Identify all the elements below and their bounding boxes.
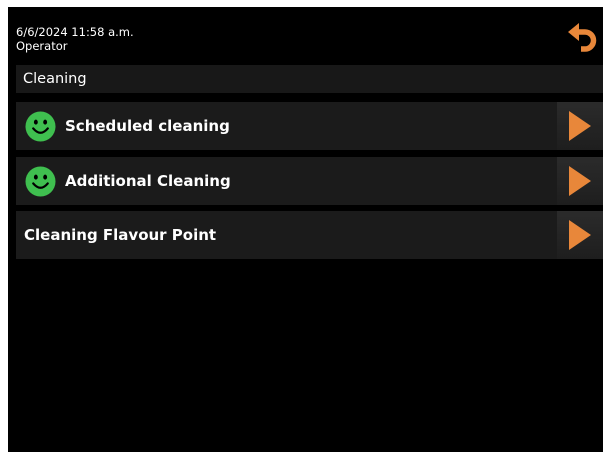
play-arrow-icon bbox=[569, 220, 591, 250]
user-role-text: Operator bbox=[16, 39, 68, 53]
play-arrow-icon bbox=[569, 111, 591, 141]
smiley-icon bbox=[25, 166, 56, 197]
menu-item-cleaning-flavour-point[interactable]: Cleaning Flavour Point bbox=[16, 211, 603, 259]
menu-item-label: Additional Cleaning bbox=[65, 172, 231, 190]
menu-item-scheduled-cleaning[interactable]: Scheduled cleaning bbox=[16, 102, 603, 150]
open-arrow-button[interactable] bbox=[557, 102, 603, 150]
section-header: Cleaning bbox=[16, 65, 603, 93]
screen: 6/6/2024 11:58 a.m. Operator Cleaning Sc… bbox=[8, 7, 603, 452]
open-arrow-button[interactable] bbox=[557, 211, 603, 259]
back-arrow-icon bbox=[568, 23, 597, 52]
menu-item-additional-cleaning[interactable]: Additional Cleaning bbox=[16, 157, 603, 205]
menu-item-label: Cleaning Flavour Point bbox=[24, 226, 217, 244]
play-arrow-icon bbox=[569, 166, 591, 196]
section-title: Cleaning bbox=[23, 71, 87, 87]
datetime-text: 6/6/2024 11:58 a.m. bbox=[16, 25, 134, 39]
menu-item-label: Scheduled cleaning bbox=[65, 117, 230, 135]
back-button[interactable] bbox=[568, 21, 598, 57]
smiley-icon bbox=[25, 111, 56, 142]
open-arrow-button[interactable] bbox=[557, 157, 603, 205]
